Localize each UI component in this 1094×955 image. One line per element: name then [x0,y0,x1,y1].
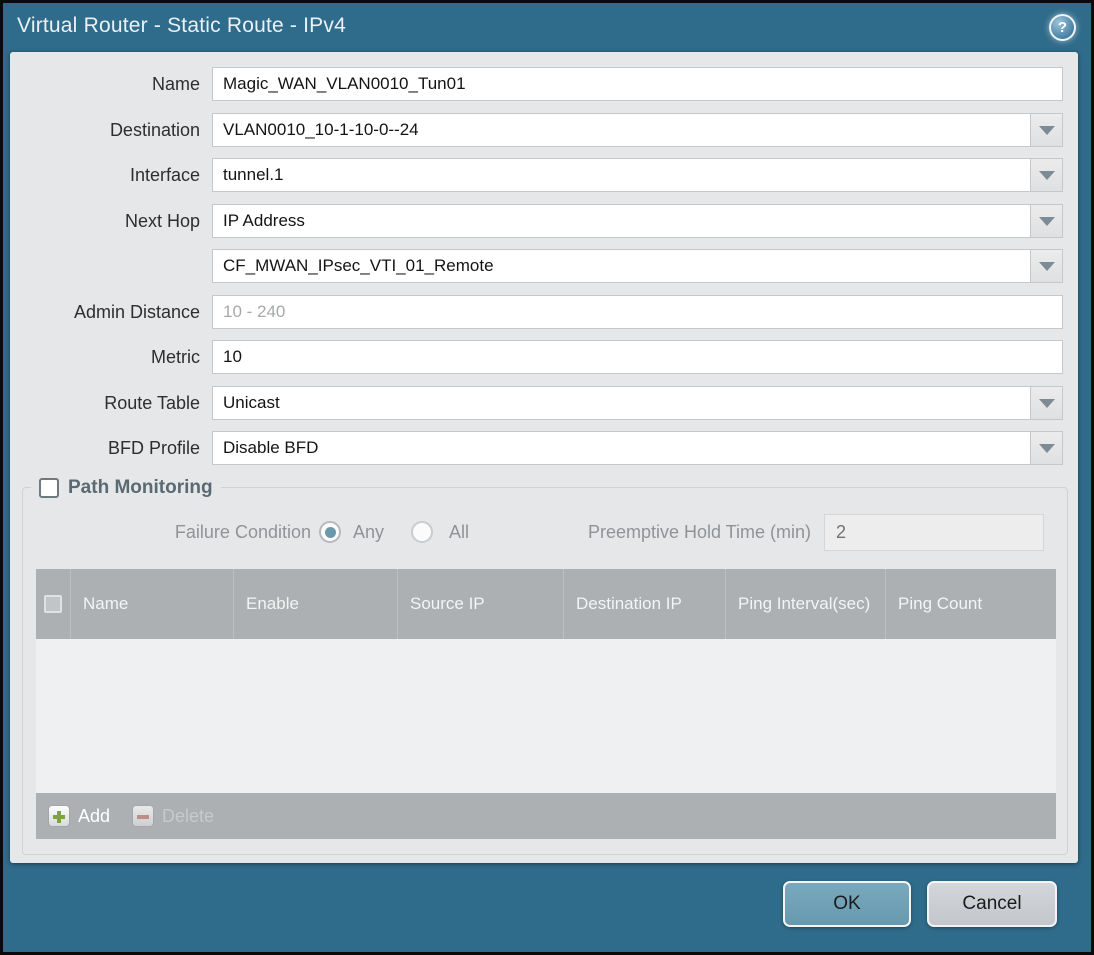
route-table-dropdown-button[interactable] [1031,386,1063,420]
static-route-dialog: Virtual Router - Static Route - IPv4 ? N… [0,0,1094,955]
delete-button-label: Delete [162,805,215,826]
column-header-name[interactable]: Name [71,569,234,639]
failure-condition-all-radio[interactable] [411,521,433,543]
failure-condition-any-label: Any [353,522,385,542]
chevron-down-icon [1038,125,1055,135]
path-monitoring-checkbox[interactable] [39,478,59,498]
chevron-down-icon [1038,398,1055,408]
path-monitoring-title: Path Monitoring [68,477,213,498]
bfd-profile-input[interactable] [212,431,1031,465]
destination-dropdown-button[interactable] [1031,113,1063,147]
next-hop-type-dropdown-button[interactable] [1031,204,1063,238]
next-hop-type-input[interactable] [212,204,1031,238]
route-table-label: Route Table [104,393,200,413]
path-monitoring-table: Name Enable Source IP Destination IP Pin… [36,569,1056,839]
column-header-enable[interactable]: Enable [234,569,398,639]
help-icon[interactable]: ? [1049,14,1076,41]
bfd-profile-dropdown-button[interactable] [1031,431,1063,465]
interface-input[interactable] [212,158,1031,192]
hold-time-label: Preemptive Hold Time (min) [587,522,811,542]
table-header-row: Name Enable Source IP Destination IP Pin… [36,569,1056,639]
next-hop-label: Next Hop [124,211,200,231]
form-row-admin-distance: Admin Distance [10,295,1078,329]
add-button[interactable]: Add [48,805,110,827]
ok-button[interactable]: OK [783,881,911,927]
next-hop-address-dropdown-button[interactable] [1031,249,1063,283]
chevron-down-icon [1038,216,1055,226]
table-body-empty [36,639,1056,793]
admin-distance-label: Admin Distance [73,302,200,322]
metric-input[interactable] [212,340,1063,374]
dialog-body: Name Destination Interface [10,52,1078,863]
select-all-checkbox[interactable] [44,595,62,613]
add-plus-icon [48,805,70,827]
name-label: Name [151,74,200,94]
form-row-next-hop: Next Hop [10,204,1078,238]
route-table-input[interactable] [212,386,1031,420]
failure-condition-label: Failure Condition [174,522,311,542]
column-header-ping-interval[interactable]: Ping Interval(sec) [726,569,886,639]
interface-dropdown-button[interactable] [1031,158,1063,192]
metric-label: Metric [151,347,200,367]
form-row-route-table: Route Table [10,386,1078,420]
form-row-name: Name [10,67,1078,101]
name-input[interactable] [212,67,1063,101]
bfd-profile-label: BFD Profile [107,438,200,458]
form-row-metric: Metric [10,340,1078,374]
next-hop-address-input[interactable] [212,249,1031,283]
cancel-button[interactable]: Cancel [927,881,1057,927]
column-header-destination-ip[interactable]: Destination IP [564,569,726,639]
path-monitoring-section: Path Monitoring Failure Condition Any Al… [22,474,1068,855]
failure-condition-any-radio[interactable] [319,521,341,543]
hold-time-input[interactable] [824,514,1044,551]
add-button-label: Add [78,805,111,826]
interface-label: Interface [129,165,200,185]
table-footer-bar: Add Delete [36,793,1056,839]
column-header-source-ip[interactable]: Source IP [398,569,564,639]
column-header-ping-count[interactable]: Ping Count [886,569,1056,639]
destination-input[interactable] [212,113,1031,147]
form-row-interface: Interface [10,158,1078,192]
chevron-down-icon [1038,170,1055,180]
dialog-title: Virtual Router - Static Route - IPv4 [17,14,346,37]
failure-condition-all-label: All [449,522,470,542]
form-row-next-hop-address [10,249,1078,283]
delete-minus-icon [132,805,155,827]
destination-label: Destination [109,120,200,140]
form-row-destination: Destination [10,113,1078,147]
form-row-bfd-profile: BFD Profile [10,431,1078,465]
select-all-cell [36,569,71,639]
chevron-down-icon [1038,443,1055,453]
delete-button[interactable]: Delete [132,805,214,827]
admin-distance-input[interactable] [212,295,1063,329]
path-monitoring-legend: Path Monitoring [31,474,221,502]
chevron-down-icon [1038,261,1055,271]
